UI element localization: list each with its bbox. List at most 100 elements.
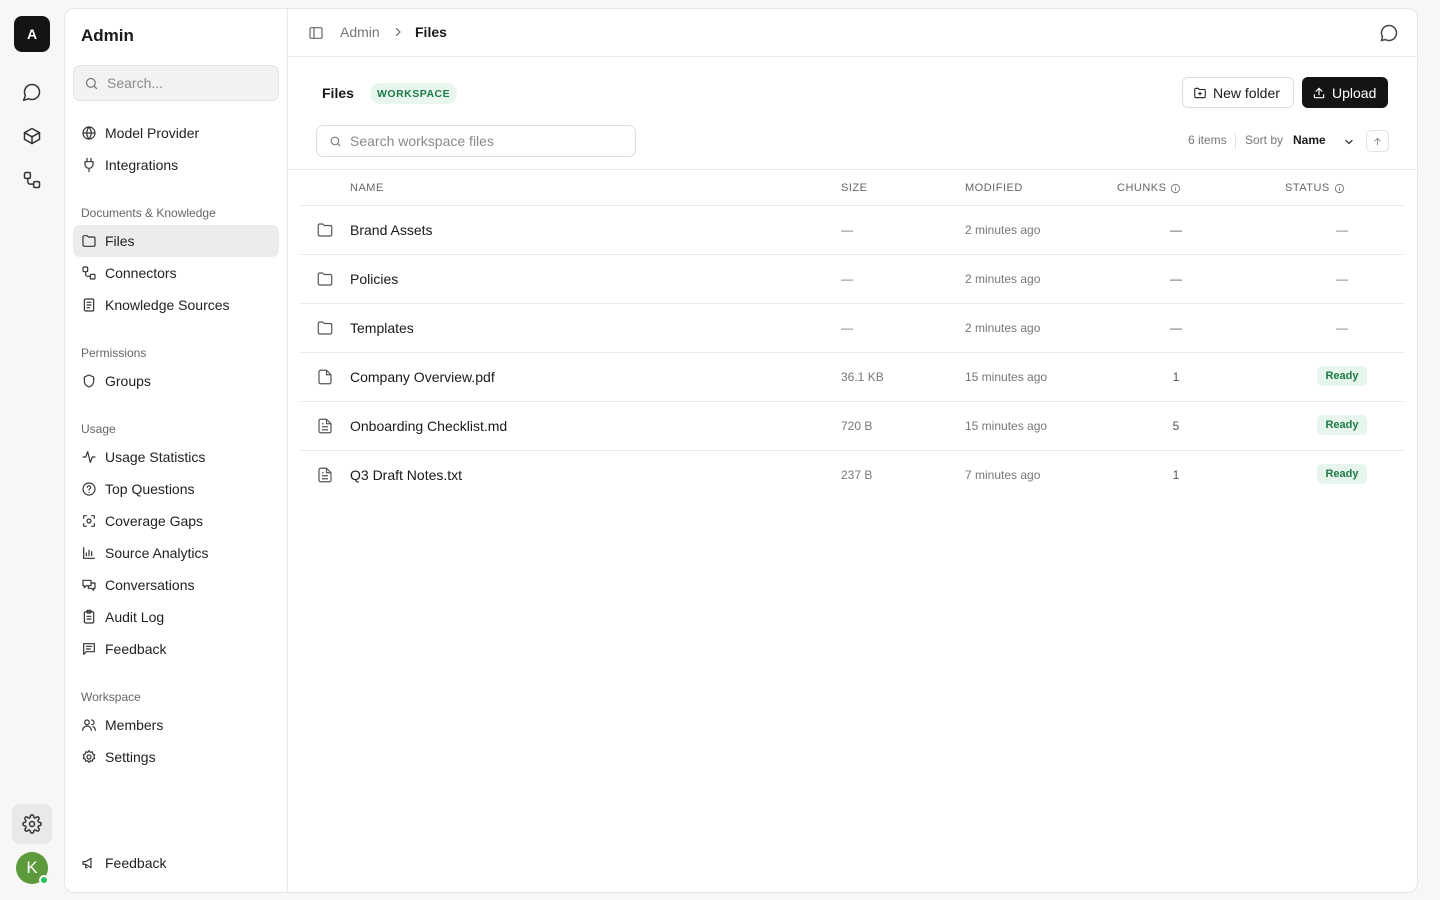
column-label: CHUNKS <box>1117 182 1167 194</box>
sidebar-item-coverage-gaps[interactable]: Coverage Gaps <box>73 505 279 537</box>
users-icon <box>82 719 96 731</box>
file-name[interactable]: Brand Assets <box>350 222 433 238</box>
status-text: — <box>1336 272 1348 286</box>
workspace-logo[interactable]: A <box>14 16 50 52</box>
sidebar-toggle-icon[interactable] <box>308 25 324 41</box>
sidebar-item-label: Feedback <box>105 641 167 657</box>
column-label: SIZE <box>841 182 868 194</box>
column-header-status[interactable]: STATUS <box>1285 182 1345 194</box>
user-avatar[interactable]: K <box>16 852 49 885</box>
file-status: Ready <box>1312 415 1372 435</box>
column-label: NAME <box>350 182 384 194</box>
file-modified: 15 minutes ago <box>965 419 1048 433</box>
status-badge: Ready <box>1317 464 1367 484</box>
file-status: Ready <box>1312 366 1372 386</box>
sidebar-item-files[interactable]: Files <box>73 225 279 257</box>
folder-icon <box>82 235 96 247</box>
folder-plus-icon <box>1194 87 1206 98</box>
package-icon[interactable] <box>16 120 48 152</box>
sidebar-item-audit-log[interactable]: Audit Log <box>73 601 279 633</box>
table-row[interactable]: Company Overview.pdf 36.1 KB 15 minutes … <box>300 352 1405 401</box>
chat-bubble-icon[interactable] <box>1379 23 1399 43</box>
file-name[interactable]: Templates <box>350 320 414 336</box>
sidebar-item-label: Feedback <box>105 855 167 871</box>
file-text-icon <box>318 467 332 483</box>
sidebar-item-label: Conversations <box>105 577 195 593</box>
avatar-letter: K <box>26 858 38 877</box>
message-square-text-icon <box>83 643 95 655</box>
table-row[interactable]: Brand Assets — 2 minutes ago — — <box>300 205 1405 254</box>
sidebar-item-members[interactable]: Members <box>73 709 279 741</box>
sidebar-search-input[interactable]: Search... <box>73 65 279 101</box>
sidebar-item-connectors[interactable]: Connectors <box>73 257 279 289</box>
file-chunks: — <box>1170 321 1182 335</box>
toolbar-divider <box>1235 133 1236 149</box>
sidebar-item-top-questions[interactable]: Top Questions <box>73 473 279 505</box>
file-modified: 2 minutes ago <box>965 321 1041 335</box>
info-icon[interactable] <box>1334 183 1345 194</box>
file-size: — <box>841 223 853 237</box>
column-header-name[interactable]: NAME <box>350 182 384 194</box>
online-status-dot <box>39 875 49 885</box>
messages-icon <box>82 579 96 591</box>
new-folder-label: New folder <box>1213 84 1280 101</box>
breadcrumb-parent[interactable]: Admin <box>340 24 380 40</box>
upload-button[interactable]: Upload <box>1302 77 1388 108</box>
file-icon <box>318 369 332 385</box>
workspace-badge: WORKSPACE <box>370 83 458 104</box>
sidebar-item-source-analytics[interactable]: Source Analytics <box>73 537 279 569</box>
column-label: MODIFIED <box>965 182 1023 194</box>
sidebar-item-label: Files <box>105 233 135 249</box>
admin-settings-gear-icon[interactable] <box>12 804 52 844</box>
sidebar-item-conversations[interactable]: Conversations <box>73 569 279 601</box>
sidebar-item-settings[interactable]: Settings <box>73 741 279 773</box>
plug-icon <box>84 157 94 173</box>
sort-select[interactable]: Name <box>1293 133 1326 147</box>
chat-icon[interactable] <box>16 76 48 108</box>
file-name[interactable]: Company Overview.pdf <box>350 369 495 385</box>
sort-direction-button[interactable] <box>1366 130 1389 152</box>
sidebar-item-integrations[interactable]: Integrations <box>73 149 279 181</box>
scan-icon <box>83 515 95 527</box>
workspace-search-field[interactable] <box>316 125 636 157</box>
sidebar-item-groups[interactable]: Groups <box>73 365 279 397</box>
sidebar-item-label: Top Questions <box>105 481 195 497</box>
book-icon <box>83 298 95 312</box>
table-top-border <box>288 169 1417 170</box>
column-header-chunks[interactable]: CHUNKS <box>1117 182 1181 194</box>
file-chunks: — <box>1170 223 1182 237</box>
info-icon[interactable] <box>1170 183 1181 194</box>
section-permissions: Permissions <box>81 346 147 360</box>
file-name[interactable]: Onboarding Checklist.md <box>350 418 507 434</box>
file-modified: 2 minutes ago <box>965 223 1041 237</box>
table-row[interactable]: Policies — 2 minutes ago — — <box>300 254 1405 303</box>
sidebar-item-model-provider[interactable]: Model Provider <box>73 117 279 149</box>
sidebar-item-label: Integrations <box>105 157 179 173</box>
workflow-icon[interactable] <box>16 164 48 196</box>
sidebar-search-placeholder: Search... <box>107 75 164 91</box>
page-title: Files <box>322 85 354 101</box>
file-chunks: — <box>1170 272 1182 286</box>
file-name[interactable]: Q3 Draft Notes.txt <box>350 467 462 483</box>
status-badge: Ready <box>1317 366 1367 386</box>
item-count: 6 items <box>1188 133 1227 147</box>
sidebar-footer-feedback[interactable]: Feedback <box>73 847 279 879</box>
sort-by-label: Sort by <box>1245 133 1284 147</box>
file-modified: 7 minutes ago <box>965 468 1041 482</box>
chevron-down-icon[interactable] <box>1343 136 1355 148</box>
file-name[interactable]: Policies <box>350 271 398 287</box>
sidebar-item-usage-statistics[interactable]: Usage Statistics <box>73 441 279 473</box>
file-size: 720 B <box>841 419 873 433</box>
table-row[interactable]: Q3 Draft Notes.txt 237 B 7 minutes ago 1… <box>300 450 1405 499</box>
section-workspace: Workspace <box>81 690 141 704</box>
table-row[interactable]: Templates — 2 minutes ago — — <box>300 303 1405 352</box>
column-header-modified[interactable]: MODIFIED <box>965 182 1023 194</box>
table-row[interactable]: Onboarding Checklist.md 720 B 15 minutes… <box>300 401 1405 450</box>
workspace-search-input[interactable] <box>350 133 630 149</box>
sidebar-item-knowledge-sources[interactable]: Knowledge Sources <box>73 289 279 321</box>
upload-icon <box>1313 87 1325 98</box>
new-folder-button[interactable]: New folder <box>1182 77 1294 108</box>
column-header-size[interactable]: SIZE <box>841 182 867 194</box>
file-chunks: 1 <box>1172 370 1180 384</box>
sidebar-item-feedback[interactable]: Feedback <box>73 633 279 665</box>
